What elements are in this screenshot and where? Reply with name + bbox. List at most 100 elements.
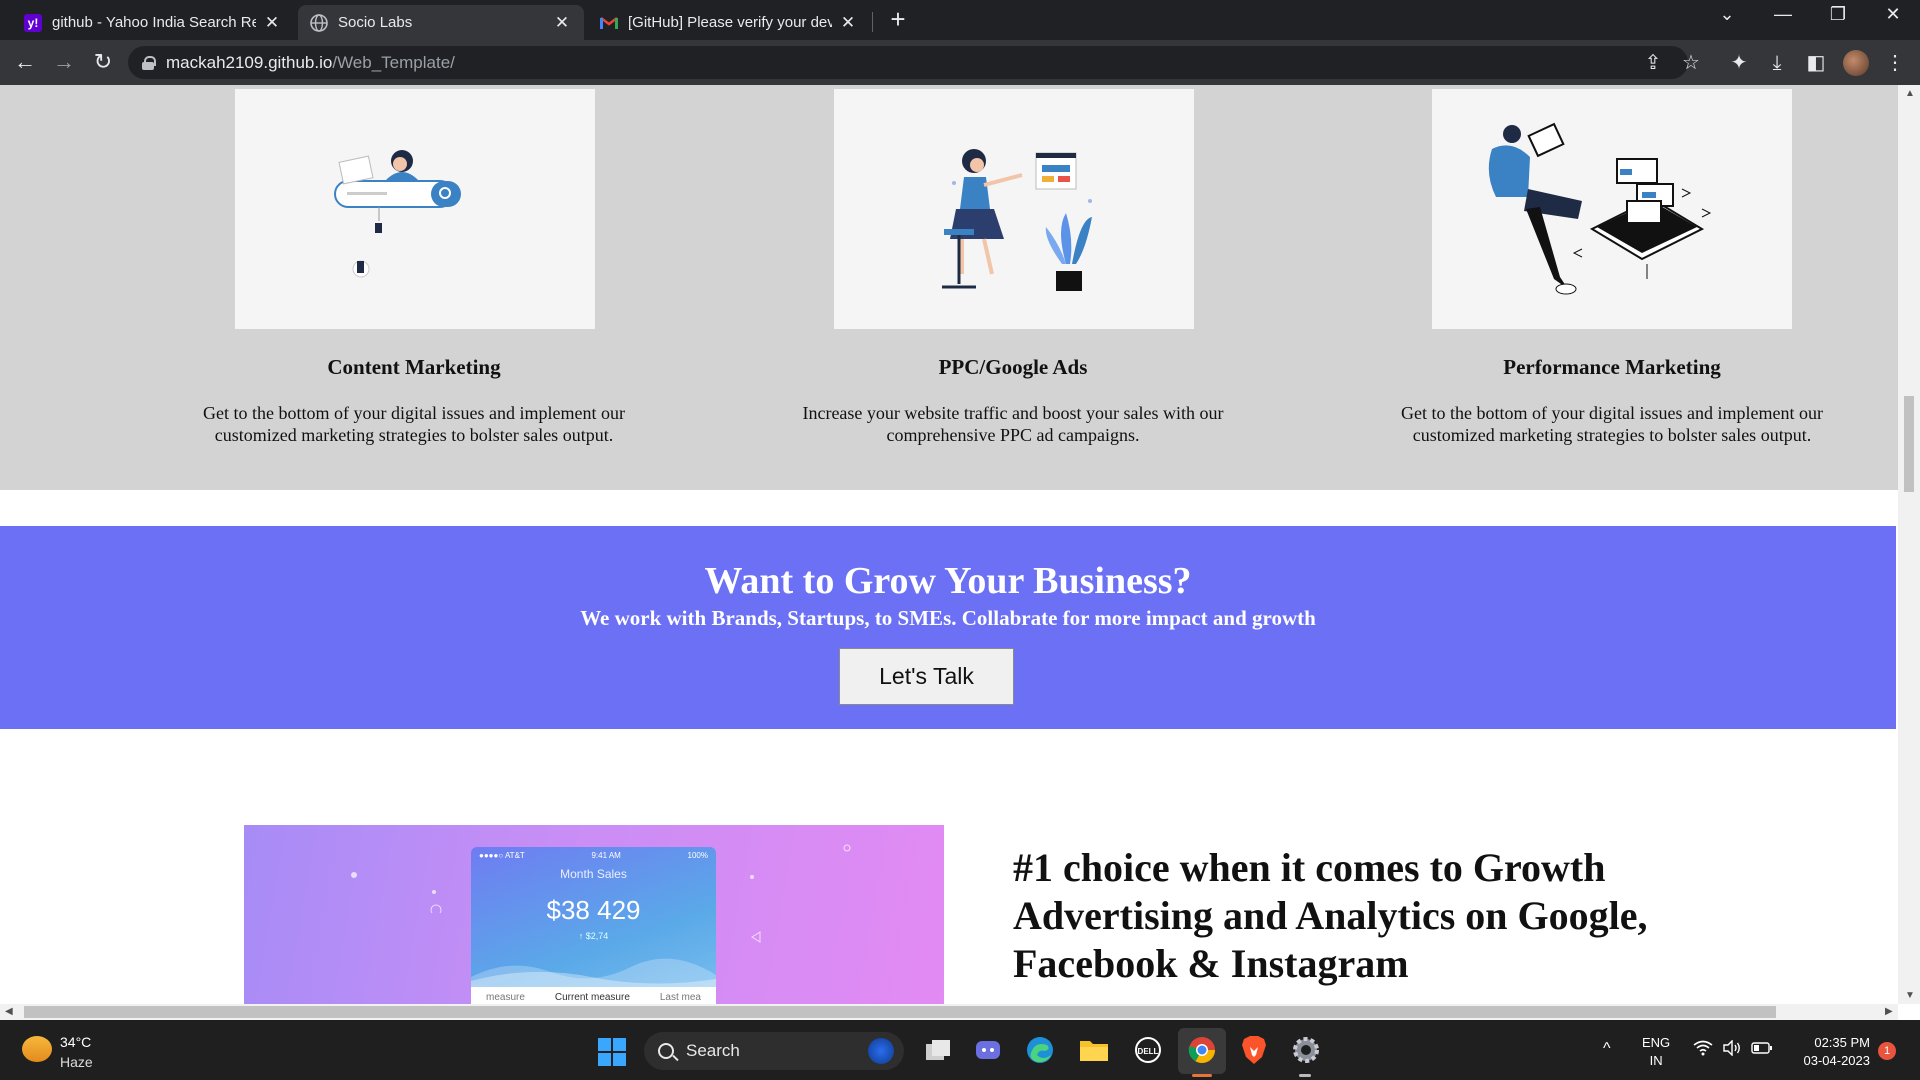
search-label: Search [686, 1041, 740, 1060]
phone-tab: measure [485, 991, 525, 1003]
region-code: IN [1649, 1053, 1663, 1068]
phone-battery: 100% [687, 851, 708, 860]
growth-app-image: ●●●●○ AT&T 9:41 AM 100% Month Sales $38 … [244, 825, 944, 1004]
system-clock[interactable]: 02:35 PM 03-04-2023 [1790, 1034, 1871, 1070]
close-icon[interactable]: ✕ [552, 13, 572, 33]
tab-github-verify[interactable]: [GitHub] Please verify your devic ✕ [588, 5, 870, 40]
language-indicator[interactable]: ENG IN [1642, 1034, 1670, 1070]
vertical-scrollbar-thumb[interactable] [1904, 396, 1914, 492]
search-icon [658, 1043, 674, 1059]
phone-amount: $38 429 [546, 895, 641, 925]
tab-yahoo-search[interactable]: y! github - Yahoo India Search Resu ✕ [12, 5, 294, 40]
service-title: Content Marketing [327, 355, 501, 379]
phone-heading: Month Sales [560, 867, 627, 881]
extensions-icon[interactable]: ✦ [1726, 50, 1752, 76]
weather-condition[interactable]: Haze [60, 1054, 93, 1070]
close-icon[interactable]: ✕ [262, 13, 282, 33]
teams-chat-icon[interactable] [972, 1034, 1004, 1066]
phone-tab: Current measure [554, 991, 630, 1003]
page-viewport: Content Marketing Get to the bottom of y… [0, 85, 1920, 1004]
tab-socio-labs[interactable]: Socio Labs ✕ [298, 5, 584, 40]
chrome-icon[interactable] [1186, 1034, 1218, 1066]
scroll-right-arrow-icon[interactable]: ▶ [1885, 1006, 1893, 1017]
brave-icon[interactable] [1238, 1034, 1270, 1066]
settings-gear-icon[interactable] [1290, 1034, 1322, 1066]
address-bar[interactable]: mackah2109.github.io/Web_Template/ [128, 46, 1688, 79]
chrome-running-indicator [1192, 1074, 1212, 1077]
lock-icon [142, 55, 156, 70]
phone-tabs: measure Current measure Last mea [471, 987, 716, 1004]
clock-date: 03-04-2023 [1803, 1053, 1871, 1068]
show-hidden-icons-chevron-icon[interactable]: ^ [1603, 1040, 1611, 1058]
weather-haze-icon[interactable] [22, 1036, 52, 1062]
windows-taskbar: 34°C Haze Search DELL ^ ENG IN 02:35 PM … [0, 1020, 1920, 1080]
bookmark-star-icon[interactable]: ☆ [1678, 50, 1704, 76]
growth-heading: #1 choice when it comes to Growth Advert… [1013, 845, 1648, 986]
settings-running-indicator [1299, 1074, 1311, 1077]
service-title: Performance Marketing [1503, 355, 1721, 379]
bing-icon[interactable] [868, 1038, 894, 1064]
menu-kebab-icon[interactable]: ⋮ [1882, 50, 1908, 76]
phone-time: 9:41 AM [591, 851, 621, 860]
profile-avatar[interactable] [1843, 50, 1869, 76]
file-explorer-icon[interactable] [1078, 1034, 1110, 1066]
performance-marketing-illustration [1432, 89, 1792, 329]
forward-icon[interactable]: → [51, 50, 77, 76]
svg-text:DELL: DELL [1138, 1047, 1159, 1056]
window-close-icon[interactable]: ✕ [1873, 4, 1913, 25]
phone-tab: Last mea [659, 991, 701, 1003]
phone-mockup: ●●●●○ AT&T 9:41 AM 100% Month Sales $38 … [471, 847, 716, 1004]
task-view-icon[interactable] [922, 1034, 954, 1066]
service-description: Get to the bottom of your digital issues… [203, 403, 625, 445]
gmail-icon [600, 14, 618, 32]
services-section: Content Marketing Get to the bottom of y… [0, 85, 1898, 490]
dell-icon[interactable]: DELL [1132, 1034, 1164, 1066]
language-code: ENG [1642, 1035, 1671, 1050]
windows-start-icon[interactable] [598, 1038, 626, 1066]
browser-toolbar: ← → ↻ mackah2109.github.io/Web_Template/… [0, 40, 1920, 85]
cta-subtitle: We work with Brands, Startups, to SMEs. … [580, 606, 1316, 630]
globe-icon [310, 13, 328, 32]
tab-search-icon[interactable]: ⌄ [1707, 4, 1747, 25]
tab-title: github - Yahoo India Search Resu [52, 14, 256, 31]
taskbar-search[interactable]: Search [644, 1032, 904, 1070]
phone-wave-chart [471, 958, 716, 987]
lets-talk-button[interactable]: Let's Talk [839, 648, 1014, 705]
share-icon[interactable]: ⇪ [1640, 50, 1666, 76]
service-description: Increase your website traffic and boost … [802, 403, 1224, 445]
service-description: Get to the bottom of your digital issues… [1401, 403, 1823, 445]
scroll-up-arrow-icon[interactable]: ▲ [1905, 88, 1915, 99]
edge-icon[interactable] [1024, 1034, 1056, 1066]
download-icon[interactable]: ⤓ [1764, 50, 1790, 76]
clock-time: 02:35 PM [1814, 1035, 1870, 1050]
ppc-ads-illustration [834, 89, 1194, 329]
battery-icon[interactable] [1751, 1040, 1773, 1061]
tab-separator [872, 12, 873, 32]
back-icon[interactable]: ← [12, 50, 38, 76]
horizontal-scrollbar-thumb[interactable] [24, 1006, 1776, 1018]
vertical-scrollbar[interactable] [1898, 85, 1920, 1004]
phone-status-bar: ●●●●○ AT&T 9:41 AM 100% [479, 851, 708, 860]
service-title: PPC/Google Ads [938, 355, 1088, 379]
weather-temperature[interactable]: 34°C [60, 1034, 91, 1050]
tab-title: [GitHub] Please verify your devic [628, 14, 832, 31]
new-tab-button[interactable]: + [884, 6, 912, 34]
restore-icon[interactable]: ❐ [1818, 4, 1858, 25]
browser-tab-bar: y! github - Yahoo India Search Resu ✕ So… [0, 0, 1920, 40]
volume-icon[interactable] [1722, 1039, 1742, 1061]
scroll-down-arrow-icon[interactable]: ▼ [1905, 990, 1915, 1001]
cta-title: Want to Grow Your Business? [704, 560, 1192, 602]
wifi-icon[interactable] [1693, 1040, 1713, 1061]
notification-badge[interactable]: 1 [1878, 1042, 1896, 1060]
close-icon[interactable]: ✕ [838, 13, 858, 33]
phone-carrier: ●●●●○ AT&T [479, 851, 525, 860]
cta-banner: Want to Grow Your Business? We work with… [0, 526, 1896, 729]
content-marketing-illustration [235, 89, 595, 329]
tab-title: Socio Labs [338, 14, 413, 31]
side-panel-icon[interactable]: ◧ [1803, 50, 1829, 76]
minimize-icon[interactable]: — [1763, 4, 1803, 25]
yahoo-icon: y! [24, 13, 42, 32]
scroll-left-arrow-icon[interactable]: ◀ [5, 1006, 13, 1017]
reload-icon[interactable]: ↻ [90, 50, 116, 76]
phone-delta: ↑ $2,74 [578, 931, 609, 941]
